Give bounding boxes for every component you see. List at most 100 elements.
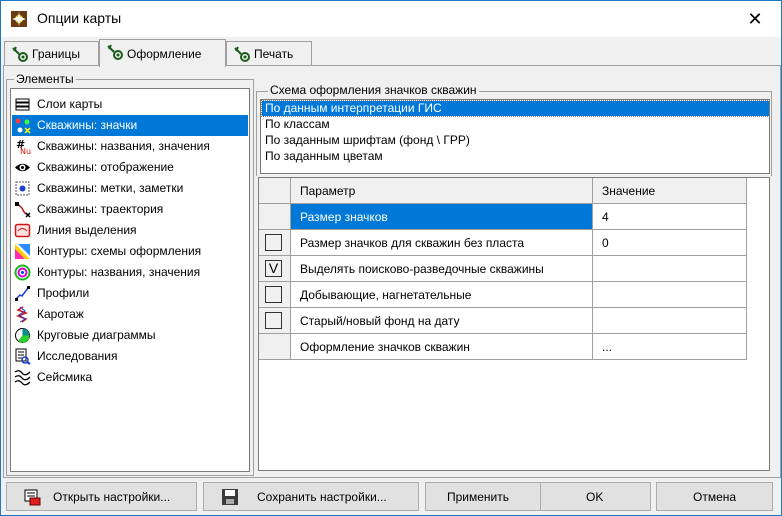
gear-icon xyxy=(234,46,250,62)
parameters-grid: Параметр Значение Размер значков 4 Разме… xyxy=(258,177,770,471)
list-item[interactable]: Контуры: названия, значения xyxy=(12,262,248,283)
title-bar: Опции карты ✕ xyxy=(1,1,781,37)
list-item-label: Слои карты xyxy=(37,97,103,111)
gear-icon xyxy=(107,44,123,60)
trajectory-icon xyxy=(15,202,31,218)
contour-labels-icon xyxy=(14,264,31,281)
elements-list[interactable]: Слои карты Скважины: значки # Nu Скважины… xyxy=(10,88,250,472)
row-indicator xyxy=(259,282,291,308)
list-item[interactable]: Круговые диаграммы xyxy=(12,325,248,346)
button-label: Применить xyxy=(447,490,510,504)
value-cell[interactable] xyxy=(593,308,747,334)
profiles-icon xyxy=(15,286,30,301)
button-label: Отмена xyxy=(693,490,737,504)
value-cell[interactable]: 4 xyxy=(593,204,747,230)
window-title: Опции карты xyxy=(37,10,122,26)
row-indicator: V xyxy=(259,256,291,282)
tab-borders[interactable]: Границы xyxy=(4,41,99,66)
list-item[interactable]: Профили xyxy=(12,283,248,304)
value-column-header[interactable]: Значение xyxy=(593,178,747,204)
well-symbols-icon xyxy=(14,117,31,134)
tab-appearance[interactable]: Оформление xyxy=(99,39,226,67)
list-item-label: Скважины: метки, заметки xyxy=(37,181,184,195)
apply-button[interactable]: Применить xyxy=(425,482,541,511)
row-indicator xyxy=(259,308,291,334)
list-item-label: Линия выделения xyxy=(37,223,137,237)
list-item[interactable]: Каротаж xyxy=(12,304,248,325)
list-item[interactable]: Скважины: значки xyxy=(12,115,248,136)
button-label: OK xyxy=(586,490,604,504)
pie-chart-icon xyxy=(15,328,30,343)
app-icon xyxy=(11,11,27,27)
list-item[interactable]: Скважины: траектория xyxy=(12,199,248,220)
param-cell[interactable]: Размер значков xyxy=(291,204,593,230)
param-cell[interactable]: Выделять поисково-разведочные скважины xyxy=(291,256,593,282)
list-item[interactable]: Исследования xyxy=(12,346,248,367)
checkbox[interactable] xyxy=(265,234,282,251)
ok-button[interactable]: OK xyxy=(540,482,651,511)
tab-label: Печать xyxy=(254,47,294,61)
marks-icon xyxy=(15,181,30,196)
list-item-label: Каротаж xyxy=(37,307,84,321)
list-item-label: Скважины: траектория xyxy=(37,202,164,216)
list-item-label: Контуры: схемы оформления xyxy=(37,244,202,258)
list-item-label: Скважины: названия, значения xyxy=(37,139,210,153)
contour-schemes-icon xyxy=(15,244,30,259)
value-cell[interactable] xyxy=(593,282,747,308)
well-labels-icon: #Nu xyxy=(16,138,31,155)
list-item[interactable]: Линия выделения xyxy=(12,220,248,241)
value-cell[interactable]: 0 xyxy=(593,230,747,256)
list-item-label: Контуры: названия, значения xyxy=(37,265,201,279)
tab-label: Оформление xyxy=(127,47,202,61)
scheme-option[interactable]: По заданным шрифтам (фонд \ ГРР) xyxy=(262,133,769,148)
gear-icon xyxy=(12,46,28,62)
seismic-icon xyxy=(14,370,31,386)
button-label: Открыть настройки... xyxy=(53,490,171,504)
selection-line-icon xyxy=(14,223,31,238)
checkbox[interactable] xyxy=(265,312,282,329)
scheme-option[interactable]: По заданным цветам xyxy=(262,149,769,164)
scheme-option[interactable]: По данным интерпретации ГИС xyxy=(261,100,770,117)
list-item[interactable]: Сейсмика xyxy=(12,367,248,388)
list-item-label: Круговые диаграммы xyxy=(37,328,156,342)
scheme-option[interactable]: По классам xyxy=(262,117,769,132)
button-label: Сохранить настройки... xyxy=(257,490,387,504)
list-item[interactable]: Скважины: отображение xyxy=(12,157,248,178)
elements-group-label: Элементы xyxy=(14,72,76,86)
svg-text:Nu: Nu xyxy=(20,147,31,155)
value-cell[interactable] xyxy=(593,256,747,282)
param-column-header[interactable]: Параметр xyxy=(291,178,593,204)
list-item-label: Исследования xyxy=(37,349,118,363)
row-indicator xyxy=(259,230,291,256)
param-cell[interactable]: Добывающие, нагнетательные xyxy=(291,282,593,308)
list-item-label: Сейсмика xyxy=(37,370,93,384)
param-cell[interactable]: Размер значков для скважин без пласта xyxy=(291,230,593,256)
row-indicator xyxy=(259,204,291,230)
list-item-label: Профили xyxy=(37,286,90,300)
logging-icon xyxy=(15,306,29,323)
tab-print[interactable]: Печать xyxy=(226,41,312,66)
scheme-list[interactable]: По данным интерпретации ГИС По классам П… xyxy=(260,99,770,174)
tab-label: Границы xyxy=(32,47,80,61)
param-cell[interactable]: Старый/новый фонд на дату xyxy=(291,308,593,334)
scheme-group-label: Схема оформления значков скважин xyxy=(268,83,479,97)
list-item-label: Скважины: значки xyxy=(37,118,138,132)
layers-icon xyxy=(15,98,30,111)
options-window: Опции карты ✕ Границы Оформление Печать … xyxy=(0,0,782,516)
grid-corner xyxy=(259,178,291,204)
list-item[interactable]: # Nu Скважины: названия, значения xyxy=(12,136,248,157)
cancel-button[interactable]: Отмена xyxy=(656,482,773,511)
close-button[interactable]: ✕ xyxy=(733,1,777,37)
list-item[interactable]: Слои карты xyxy=(12,94,248,115)
list-item[interactable]: Скважины: метки, заметки xyxy=(12,178,248,199)
value-cell[interactable]: ... xyxy=(593,334,747,360)
list-item[interactable]: Контуры: схемы оформления xyxy=(12,241,248,262)
eye-icon xyxy=(15,163,30,172)
checkbox[interactable] xyxy=(265,286,282,303)
save-settings-button[interactable]: Сохранить настройки... xyxy=(203,482,419,511)
param-cell[interactable]: Оформление значков скважин xyxy=(291,334,593,360)
checkbox-checked[interactable]: V xyxy=(265,260,282,277)
save-disk-icon xyxy=(222,489,238,505)
row-indicator xyxy=(259,334,291,360)
open-settings-button[interactable]: Открыть настройки... xyxy=(6,482,197,511)
